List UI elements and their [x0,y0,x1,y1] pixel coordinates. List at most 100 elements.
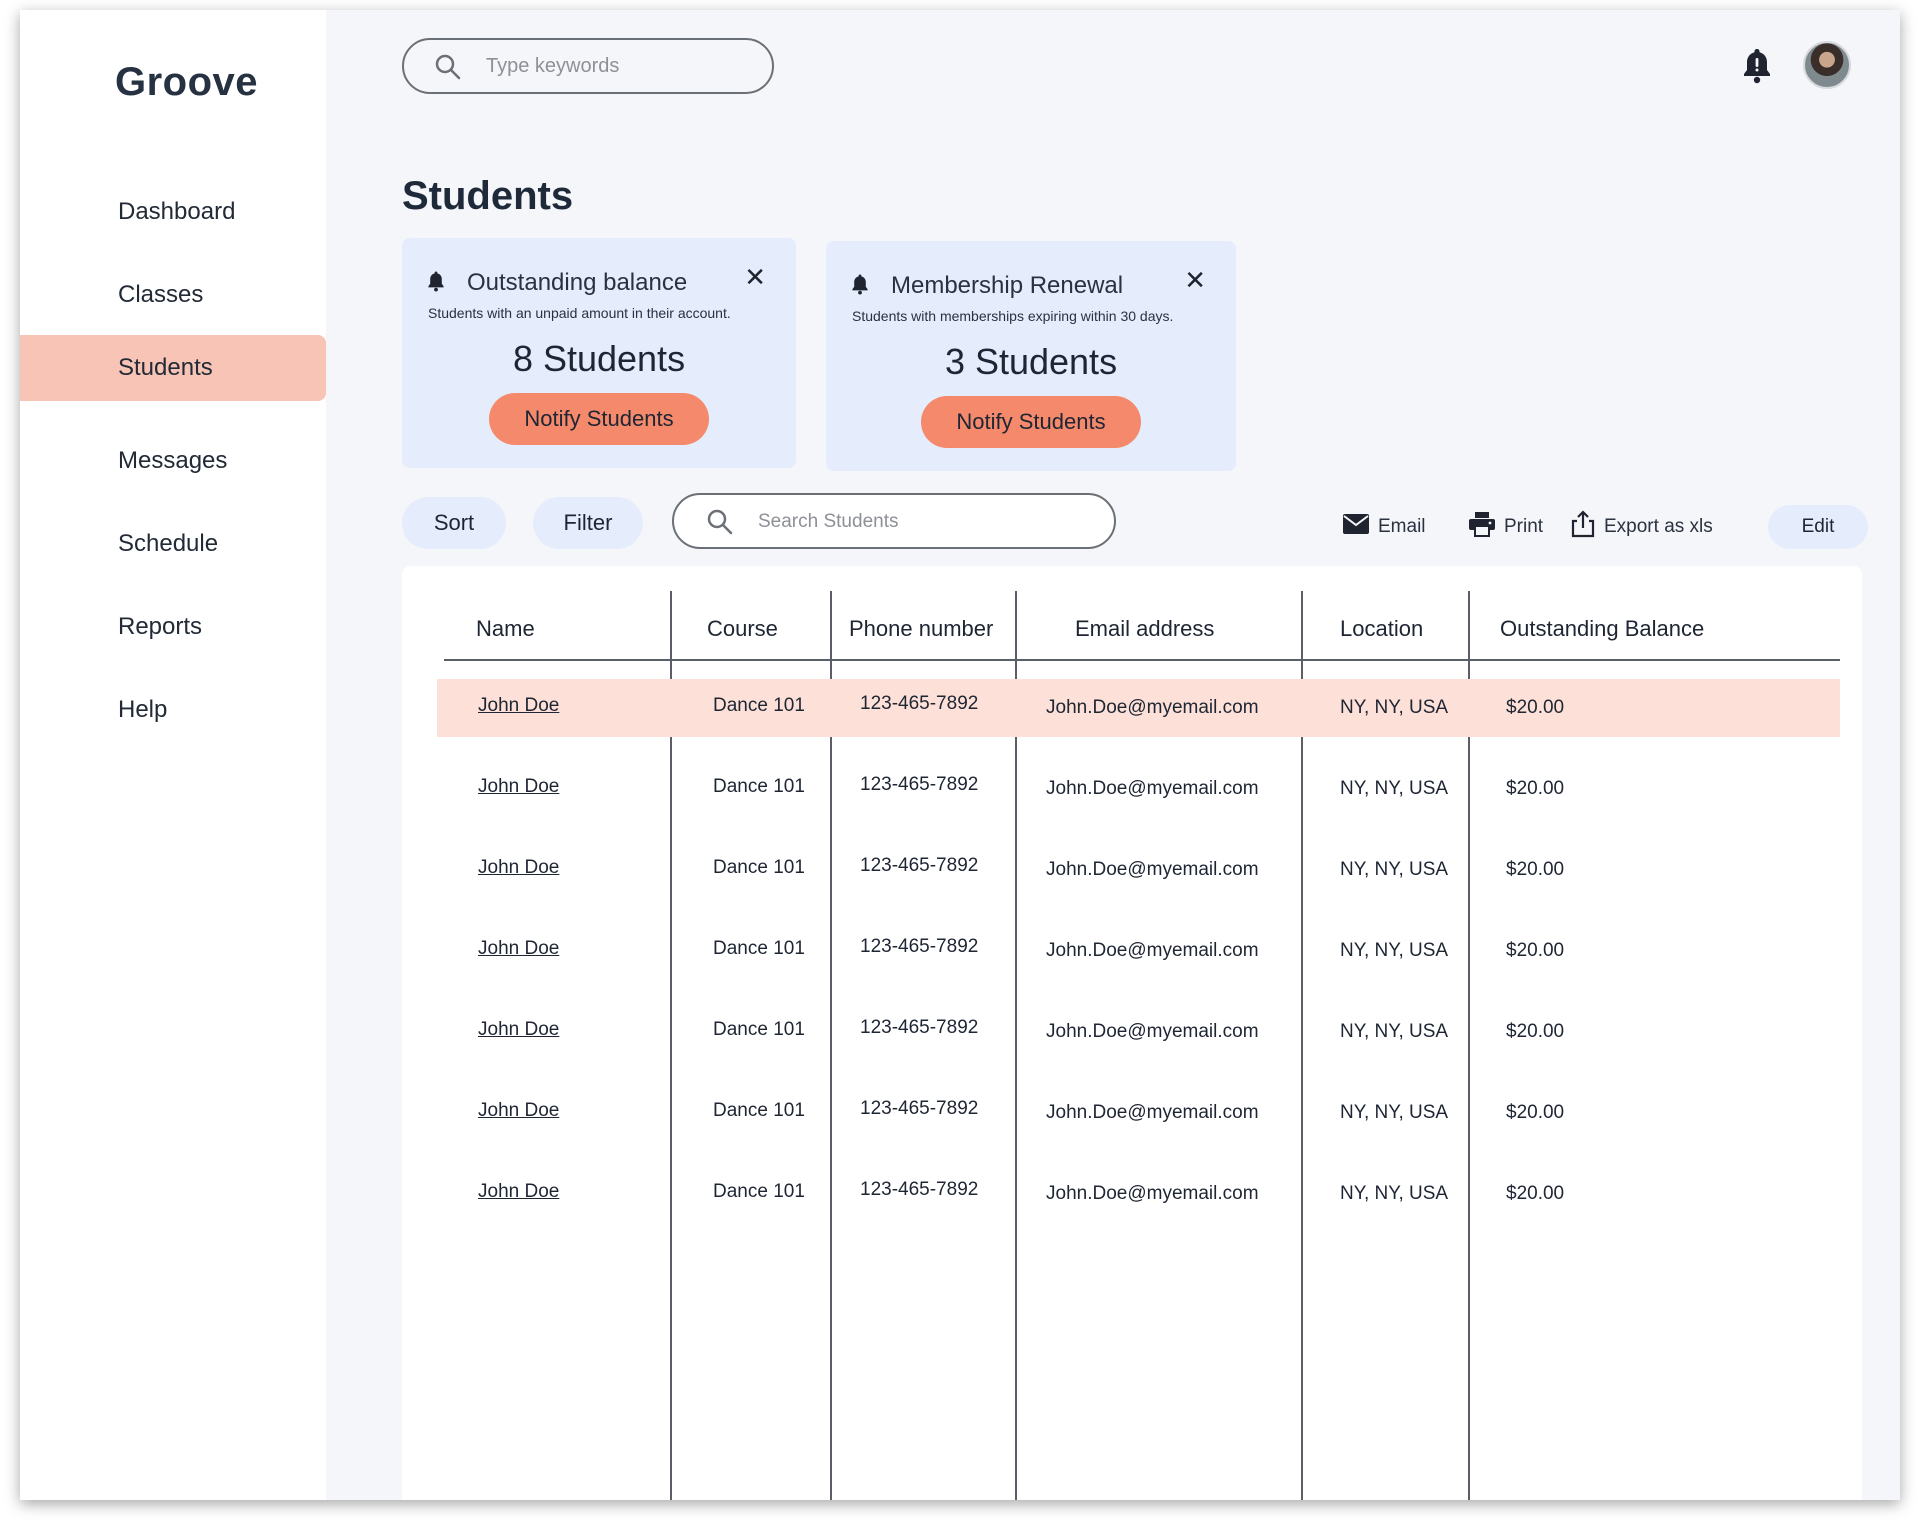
column-header-name[interactable]: Name [476,616,535,642]
phone-cell: 123-465-7892 [860,693,979,714]
outstanding-balance-card: Outstanding balance ✕ Students with an u… [402,238,796,468]
course-cell: Dance 101 [713,695,805,716]
phone-cell: 123-465-7892 [860,774,979,795]
search-icon [434,53,462,86]
card-title: Outstanding balance [467,269,688,296]
app-logo[interactable]: Groove [115,60,258,105]
phone-cell: 123-465-7892 [860,1017,979,1038]
sidebar-item-schedule[interactable]: Schedule [20,511,326,577]
location-cell: NY, NY, USA [1340,697,1449,718]
email-action[interactable]: Email [1342,510,1426,544]
share-export-icon [1570,510,1596,544]
location-cell: NY, NY, USA [1340,778,1449,799]
student-name-link[interactable]: John Doe [478,857,559,879]
course-cell: Dance 101 [713,776,805,797]
email-cell: John.Doe@myemail.com [1046,778,1259,799]
balance-cell: $20.00 [1506,697,1565,718]
notify-students-button[interactable]: Notify Students [921,396,1141,448]
sort-button[interactable]: Sort [402,497,506,549]
edit-button[interactable]: Edit [1768,505,1868,549]
sidebar-item-messages[interactable]: Messages [20,428,326,494]
table-row[interactable]: John Doe Dance 101 123-465-7892 John.Doe… [437,679,1840,737]
location-cell: NY, NY, USA [1340,859,1449,880]
sidebar-item-dashboard[interactable]: Dashboard [20,179,326,245]
students-table: Name Course Phone number Email address L… [402,566,1862,1500]
email-cell: John.Doe@myemail.com [1046,859,1259,880]
sidebar-item-students[interactable]: Students [20,335,326,401]
course-cell: Dance 101 [713,938,805,959]
page-title: Students [402,174,574,218]
student-name-link[interactable]: John Doe [478,695,559,717]
column-header-location[interactable]: Location [1340,616,1423,642]
email-cell: John.Doe@myemail.com [1046,940,1259,961]
sidebar-item-reports[interactable]: Reports [20,594,326,660]
location-cell: NY, NY, USA [1340,1021,1449,1042]
table-row[interactable]: John Doe Dance 101 123-465-7892 John.Doe… [437,1003,1840,1061]
bell-icon [426,270,446,297]
bell-icon [850,273,870,300]
card-count: 3 Students [944,341,1118,382]
notifications-bell-icon[interactable] [1740,46,1774,89]
location-cell: NY, NY, USA [1340,1102,1449,1123]
balance-cell: $20.00 [1506,1021,1565,1042]
export-action[interactable]: Export as xls [1570,510,1713,544]
balance-cell: $20.00 [1506,1183,1565,1204]
course-cell: Dance 101 [713,1019,805,1040]
column-header-balance[interactable]: Outstanding Balance [1500,616,1704,642]
phone-cell: 123-465-7892 [860,1098,979,1119]
table-row[interactable]: John Doe Dance 101 123-465-7892 John.Doe… [437,1084,1840,1142]
user-avatar[interactable] [1803,41,1851,89]
app-window: Groove Dashboard Classes Students Messag… [20,10,1900,1500]
location-cell: NY, NY, USA [1340,940,1449,961]
phone-cell: 123-465-7892 [860,1179,979,1200]
table-row[interactable]: John Doe Dance 101 123-465-7892 John.Doe… [437,1165,1840,1223]
notify-students-button[interactable]: Notify Students [489,393,709,445]
printer-icon [1468,511,1496,543]
table-row[interactable]: John Doe Dance 101 123-465-7892 John.Doe… [437,841,1840,899]
card-count: 8 Students [512,338,686,379]
email-cell: John.Doe@myemail.com [1046,1183,1259,1204]
column-header-course[interactable]: Course [707,616,778,642]
card-subtitle: Students with an unpaid amount in their … [428,305,731,321]
student-name-link[interactable]: John Doe [478,1181,559,1203]
print-action[interactable]: Print [1468,510,1543,544]
balance-cell: $20.00 [1506,1102,1565,1123]
email-cell: John.Doe@myemail.com [1046,1021,1259,1042]
student-name-link[interactable]: John Doe [478,1100,559,1122]
student-name-link[interactable]: John Doe [478,776,559,798]
course-cell: Dance 101 [713,1181,805,1202]
envelope-icon [1342,513,1370,541]
filter-button[interactable]: Filter [533,497,643,549]
column-header-email[interactable]: Email address [1075,616,1214,642]
email-cell: John.Doe@myemail.com [1046,1102,1259,1123]
table-row[interactable]: John Doe Dance 101 123-465-7892 John.Doe… [437,760,1840,818]
student-name-link[interactable]: John Doe [478,938,559,960]
export-label: Export as xls [1604,516,1713,537]
table-row[interactable]: John Doe Dance 101 123-465-7892 John.Doe… [437,922,1840,980]
card-subtitle: Students with memberships expiring withi… [852,308,1174,324]
sidebar: Groove Dashboard Classes Students Messag… [20,10,326,1500]
student-name-link[interactable]: John Doe [478,1019,559,1041]
student-search[interactable] [672,493,1116,549]
sidebar-item-help[interactable]: Help [20,677,326,743]
phone-cell: 123-465-7892 [860,855,979,876]
close-icon[interactable]: ✕ [1184,267,1206,293]
course-cell: Dance 101 [713,857,805,878]
global-search-input[interactable] [486,50,746,82]
membership-renewal-card: Membership Renewal ✕ Students with membe… [826,241,1236,471]
print-label: Print [1504,516,1544,537]
student-search-input[interactable] [758,506,1078,538]
course-cell: Dance 101 [713,1100,805,1121]
global-search[interactable] [402,38,774,94]
email-cell: John.Doe@myemail.com [1046,697,1259,718]
email-label: Email [1378,516,1426,537]
balance-cell: $20.00 [1506,940,1565,961]
close-icon[interactable]: ✕ [744,264,766,290]
location-cell: NY, NY, USA [1340,1183,1449,1204]
column-header-phone[interactable]: Phone number [849,616,993,642]
phone-cell: 123-465-7892 [860,936,979,957]
search-icon [706,508,734,541]
sidebar-item-classes[interactable]: Classes [20,262,326,328]
header-divider [444,659,1840,661]
card-title: Membership Renewal [891,272,1124,299]
